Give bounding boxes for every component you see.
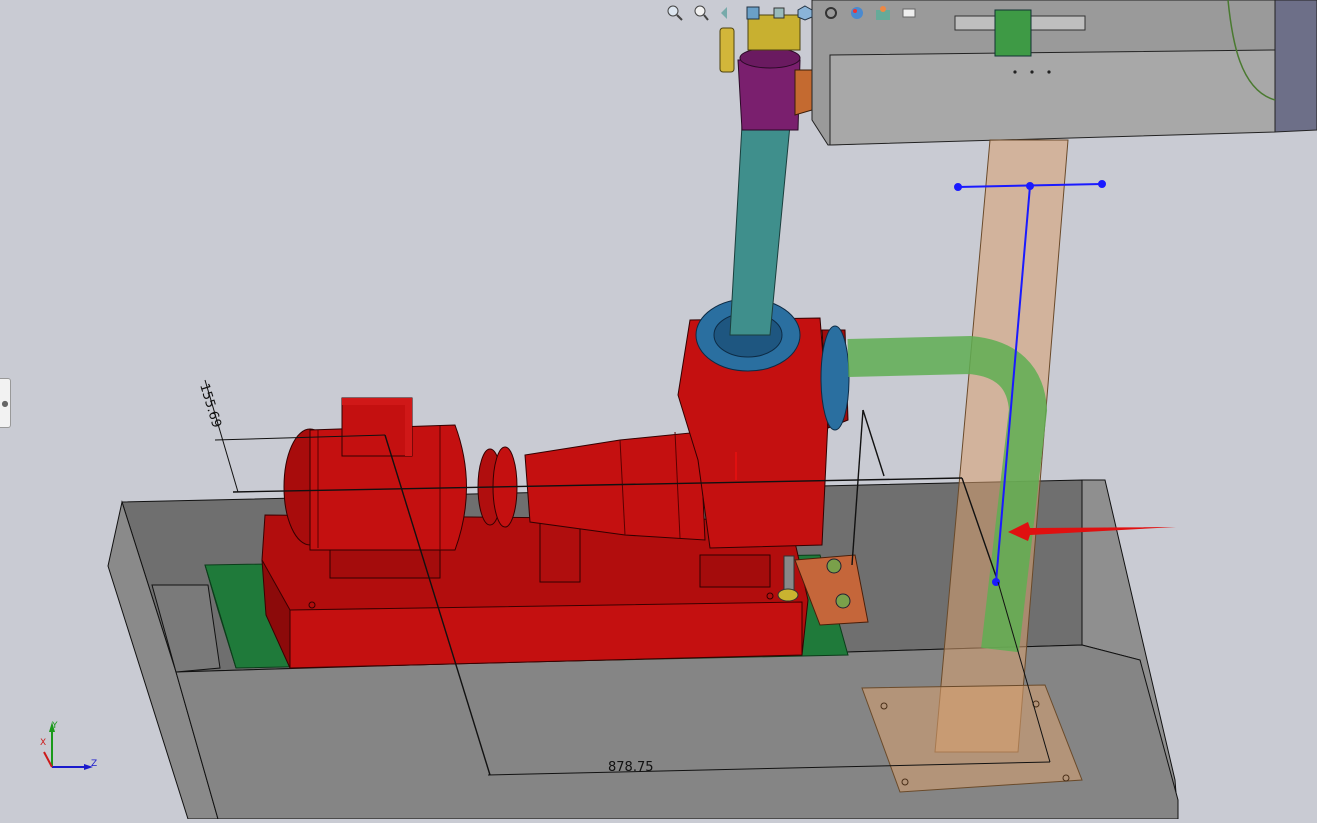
display-style-icon [797,5,813,21]
dimension-value-155: 155.69 [196,382,224,430]
view-orientation-icon [773,7,785,19]
dimension-value-878: 878.75 [608,760,654,775]
reference-triad: Y X Z [40,721,97,770]
view-settings-button[interactable] [898,2,920,24]
display-style-button[interactable] [794,2,816,24]
edit-appearance-button[interactable] [846,2,868,24]
hide-show-items-icon [825,7,837,19]
zoom-to-fit-button[interactable] [664,2,686,24]
expand-dot-icon: ● [1,398,9,408]
discharge-pipe[interactable] [719,14,813,336]
triad-z-label: Z [91,759,97,769]
section-view-button[interactable] [742,2,764,24]
support-column[interactable] [861,139,1083,793]
zoom-to-fit-icon [667,5,683,21]
previous-view-icon [721,7,727,19]
task-pane-expand-tab[interactable]: ● [0,378,11,428]
heads-up-view-toolbar [664,0,920,26]
triad-x-label: X [40,738,46,748]
apply-scene-icon [876,6,890,20]
previous-view-button[interactable] [716,2,738,24]
graphics-area[interactable]: 155.69 878.75 Y X Z [0,0,1317,820]
view-orientation-button[interactable] [768,2,790,24]
view-settings-icon [902,8,916,18]
triad-y-label: Y [51,721,58,731]
zoom-to-area-button[interactable] [690,2,712,24]
hide-show-items-button[interactable] [820,2,842,24]
apply-scene-button[interactable] [872,2,894,24]
section-view-icon [746,6,760,20]
edit-appearance-icon [851,7,863,19]
zoom-to-area-icon [694,5,709,21]
